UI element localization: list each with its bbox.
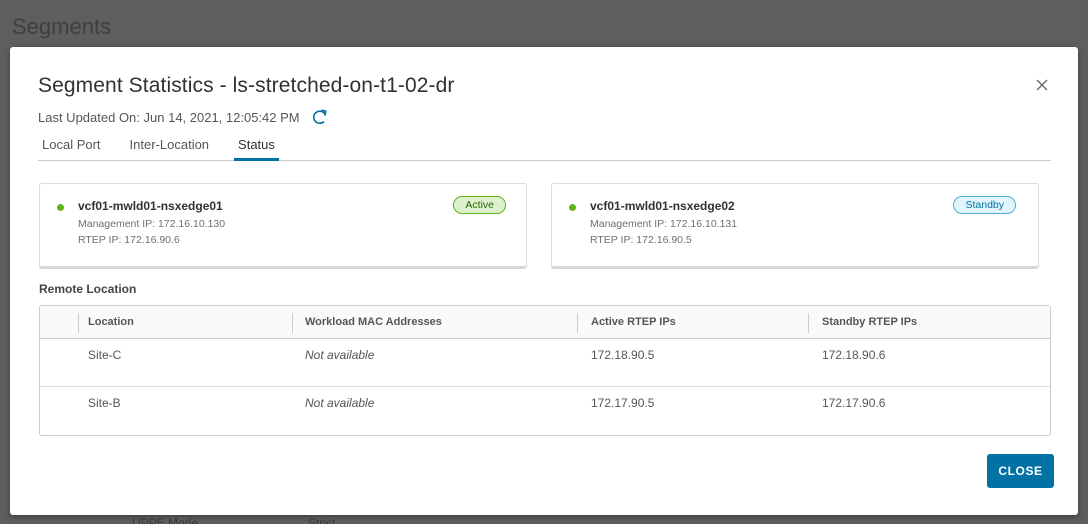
edge-name: vcf01-mwld01-nsxedge02 <box>590 199 735 213</box>
background-hint-left: UPPE Mode <box>132 516 199 524</box>
tab-local-port[interactable]: Local Port <box>38 132 105 161</box>
close-icon[interactable] <box>1032 75 1052 95</box>
edge-management-ip: Management IP: 172.16.10.131 <box>590 218 738 230</box>
cell-standby-rtep: 172.18.90.6 <box>822 348 886 362</box>
cell-mac: Not available <box>305 348 375 362</box>
column-header-standby-rtep[interactable]: Standby RTEP IPs <box>822 306 917 339</box>
tab-inter-location[interactable]: Inter-Location <box>126 132 214 161</box>
column-header-mac[interactable]: Workload MAC Addresses <box>305 306 442 339</box>
background-page-title: Segments <box>12 14 112 39</box>
column-separator[interactable] <box>292 313 293 333</box>
column-header-location[interactable]: Location <box>88 306 134 339</box>
dialog-title: Segment Statistics - ls-stretched-on-t1-… <box>38 74 455 97</box>
background-hint-mid: Strict <box>308 516 336 524</box>
column-separator <box>78 313 79 333</box>
tab-status[interactable]: Status <box>234 132 279 161</box>
column-separator[interactable] <box>808 313 809 333</box>
last-updated-text: Last Updated On: Jun 14, 2021, 12:05:42 … <box>38 109 300 125</box>
column-separator[interactable] <box>577 313 578 333</box>
edge-card-nsxedge01: vcf01-mwld01-nsxedge01 Management IP: 17… <box>39 183 527 269</box>
remote-location-table: Location Workload MAC Addresses Active R… <box>39 305 1051 436</box>
tab-bar: Local Port Inter-Location Status <box>38 132 1051 161</box>
cell-location: Site-B <box>88 396 121 410</box>
edge-card-nsxedge02: vcf01-mwld01-nsxedge02 Management IP: 17… <box>551 183 1039 269</box>
cell-standby-rtep: 172.17.90.6 <box>822 396 886 410</box>
edge-management-ip: Management IP: 172.16.10.130 <box>78 218 226 230</box>
status-dot-icon <box>569 204 576 211</box>
refresh-icon[interactable] <box>310 107 330 127</box>
edge-name: vcf01-mwld01-nsxedge01 <box>78 199 223 213</box>
column-header-active-rtep[interactable]: Active RTEP IPs <box>591 306 676 339</box>
status-badge-active: Active <box>453 196 506 214</box>
status-dot-icon <box>57 204 64 211</box>
cell-active-rtep: 172.17.90.5 <box>591 396 655 410</box>
table-row: Site-C Not available 172.18.90.5 172.18.… <box>40 339 1050 387</box>
edge-rtep-ip: RTEP IP: 172.16.90.5 <box>590 234 692 246</box>
last-updated-row: Last Updated On: Jun 14, 2021, 12:05:42 … <box>38 107 330 127</box>
table-header: Location Workload MAC Addresses Active R… <box>40 306 1050 339</box>
status-badge-standby: Standby <box>953 196 1016 214</box>
segment-statistics-dialog: Segment Statistics - ls-stretched-on-t1-… <box>10 47 1078 515</box>
cell-location: Site-C <box>88 348 122 362</box>
remote-location-heading: Remote Location <box>39 282 137 296</box>
edge-rtep-ip: RTEP IP: 172.16.90.6 <box>78 234 180 246</box>
cell-active-rtep: 172.18.90.5 <box>591 348 655 362</box>
table-row: Site-B Not available 172.17.90.5 172.17.… <box>40 387 1050 435</box>
close-button[interactable]: CLOSE <box>987 454 1054 488</box>
cell-mac: Not available <box>305 396 375 410</box>
